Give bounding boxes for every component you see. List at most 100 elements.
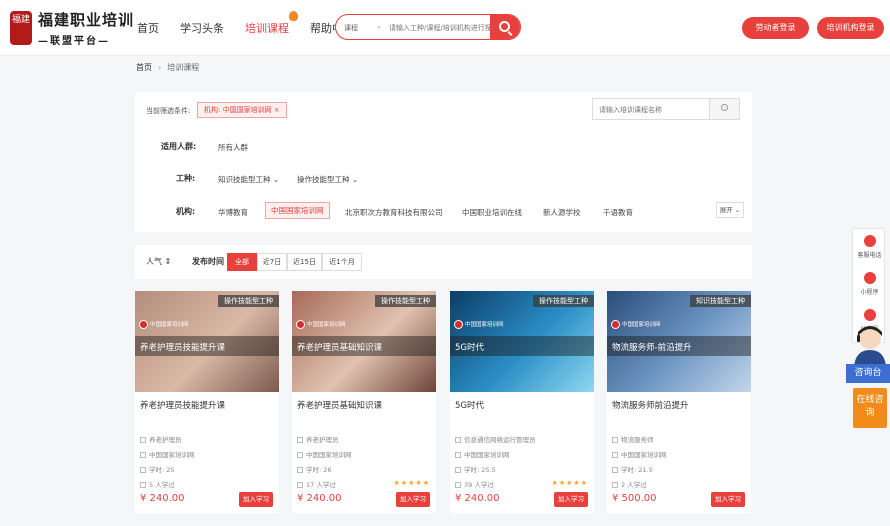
chevron-down-icon: ⌄: [376, 22, 382, 30]
cover-brand: 中国国家培训网: [611, 320, 661, 329]
course-type-tag: 操作技能型工种: [218, 295, 279, 307]
logo-subtitle: —联盟平台—: [38, 36, 110, 47]
cover-brand-text: 中国国家培训网: [307, 321, 346, 328]
course-learners: 5 人学过: [140, 479, 175, 489]
search-button[interactable]: [490, 15, 520, 39]
expand-button[interactable]: 展开 ⌄: [716, 202, 744, 218]
course-cover-image[interactable]: 知识技能型工种 中国国家培训网 物流服务师-前沿提升: [607, 291, 751, 392]
org-label: 机构:: [176, 207, 196, 216]
tab-1-month[interactable]: 近1个月: [322, 253, 362, 271]
org-option[interactable]: 千语教育: [603, 207, 633, 218]
job-option-operation[interactable]: 操作技能型工种 ⌄: [297, 174, 358, 185]
job-icon: [455, 437, 461, 443]
user-icon: [297, 482, 303, 488]
clock-icon: [612, 467, 618, 473]
online-consult-button[interactable]: 在线咨询: [853, 388, 887, 428]
course-org-text: 中国国家培训网: [306, 451, 352, 459]
course-title[interactable]: 物流服务师前沿提升: [612, 399, 689, 411]
site-logo[interactable]: 福建 福建职业培训 —联盟平台—: [10, 9, 134, 47]
course-card[interactable]: 操作技能型工种 中国国家培训网 养老护理员技能提升课 养老护理员技能提升课 养老护理员中…: [135, 291, 279, 513]
org-icon: [297, 452, 303, 458]
course-hours-text: 学时: 25.5: [464, 466, 496, 474]
clock-icon: [297, 467, 303, 473]
course-org-text: 中国国家培训网: [621, 451, 667, 459]
course-card[interactable]: 操作技能型工种 中国国家培训网 养老护理员基础知识课 养老护理员基础知识课 养老护理员中…: [292, 291, 436, 513]
course-card[interactable]: 操作技能型工种 中国国家培训网 5G时代 5G时代 信息通信网络运行管理员 中国国家培训网…: [450, 291, 594, 513]
course-name-input[interactable]: [599, 103, 699, 116]
brand-logo-icon: [139, 320, 148, 329]
job-option-knowledge[interactable]: 知识技能型工种 ⌄: [218, 174, 279, 185]
nav-courses[interactable]: 培训课程: [245, 11, 298, 36]
course-learners-text: 39 人学过: [464, 481, 494, 489]
org-option[interactable]: 新人源学校: [543, 207, 581, 218]
logo-title: 福建职业培训: [38, 11, 135, 29]
course-price: ¥ 240.00: [297, 493, 342, 504]
course-hours: 学时: 25.5: [455, 464, 496, 474]
join-learning-button[interactable]: 加入学习: [396, 492, 430, 507]
current-filter-chip[interactable]: 机构: 中国国家培训网 ×: [197, 102, 287, 118]
course-title[interactable]: 养老护理员技能提升课: [140, 399, 225, 411]
mini-program-button[interactable]: 小程序: [853, 272, 886, 296]
hot-flame-icon: [289, 11, 298, 21]
tab-7-days[interactable]: 近7日: [257, 253, 287, 271]
audience-option[interactable]: 所有人群: [218, 142, 248, 153]
service-phone-label: 客服电话: [857, 252, 882, 259]
course-hours-text: 学时: 25: [149, 466, 175, 474]
search-input[interactable]: [389, 20, 499, 35]
course-cover-image[interactable]: 操作技能型工种 中国国家培训网 养老护理员基础知识课: [292, 291, 436, 392]
site-search: 课程 ⌄: [335, 14, 521, 40]
org-option[interactable]: 华博教育: [218, 207, 248, 218]
course-title[interactable]: 5G时代: [455, 399, 484, 411]
course-learners-text: 5 人学过: [149, 481, 175, 489]
course-title[interactable]: 养老护理员基础知识课: [297, 399, 382, 411]
join-learning-button[interactable]: 加入学习: [239, 492, 273, 507]
course-price: ¥ 240.00: [140, 493, 185, 504]
consult-desk[interactable]: 咨询台: [846, 364, 890, 383]
org-option[interactable]: 中国职业培训在线: [462, 207, 522, 218]
nav-home[interactable]: 首页: [137, 20, 159, 36]
worker-login-button[interactable]: 劳动者登录: [742, 17, 809, 39]
course-hours: 学时: 21.5: [612, 464, 653, 474]
tab-all[interactable]: 全部: [227, 253, 257, 271]
course-search-button[interactable]: [709, 99, 739, 119]
service-phone-button[interactable]: 客服电话: [853, 235, 886, 259]
org-icon: [612, 452, 618, 458]
tab-15-days[interactable]: 近15日: [287, 253, 322, 271]
nav-news[interactable]: 学习头条: [180, 20, 224, 36]
breadcrumb-home[interactable]: 首页: [136, 63, 152, 72]
course-org: 中国国家培训网: [297, 449, 352, 459]
org-option-selected[interactable]: 中国国家培训网: [265, 202, 330, 219]
course-org: 中国国家培训网: [612, 449, 667, 459]
course-card[interactable]: 知识技能型工种 中国国家培训网 物流服务师-前沿提升 物流服务师前沿提升 物流服务师 中国…: [607, 291, 751, 513]
org-login-button[interactable]: 培训机构登录: [817, 17, 884, 39]
join-learning-button[interactable]: 加入学习: [554, 492, 588, 507]
course-learners: 2 人学过: [612, 479, 647, 489]
course-cover-image[interactable]: 操作技能型工种 中国国家培训网 5G时代: [450, 291, 594, 392]
course-org: 中国国家培训网: [455, 449, 510, 459]
user-icon: [455, 482, 461, 488]
logo-seal: 福建: [10, 11, 32, 45]
cover-brand: 中国国家培训网: [296, 320, 346, 329]
course-hours: 学时: 25: [140, 464, 175, 474]
sort-bar: 人气 ⇕ 发布时间 全部 近7日 近15日 近1个月: [135, 245, 752, 279]
breadcrumb-separator: ›: [158, 63, 162, 72]
course-hours-text: 学时: 26: [306, 466, 332, 474]
cover-title: 养老护理员技能提升课: [140, 343, 226, 353]
cover-title-band: 养老护理员技能提升课: [135, 336, 279, 356]
course-type-tag: 操作技能型工种: [375, 295, 436, 307]
search-icon: [499, 21, 510, 32]
course-org-text: 中国国家培训网: [464, 451, 510, 459]
org-option[interactable]: 北京职次方教育科技有限公司: [345, 207, 443, 218]
breadcrumb: 首页 › 培训课程: [136, 62, 199, 73]
sort-popularity[interactable]: 人气 ⇕: [146, 256, 171, 267]
course-cover-image[interactable]: 操作技能型工种中国国家培训网养老护理员技能提升课: [135, 291, 279, 392]
site-header: 福建 福建职业培训 —联盟平台— 首页 学习头条 培训课程 帮助中心 课程 ⌄ …: [0, 0, 890, 56]
breadcrumb-current: 培训课程: [167, 63, 200, 72]
search-icon: [721, 104, 728, 111]
search-category-select[interactable]: 课程: [344, 23, 358, 33]
cover-brand-text: 中国国家培训网: [150, 321, 189, 328]
cover-title-band: 5G时代: [450, 336, 594, 356]
cover-brand: 中国国家培训网: [139, 320, 189, 329]
join-learning-button[interactable]: 加入学习: [711, 492, 745, 507]
cover-brand: 中国国家培训网: [454, 320, 504, 329]
